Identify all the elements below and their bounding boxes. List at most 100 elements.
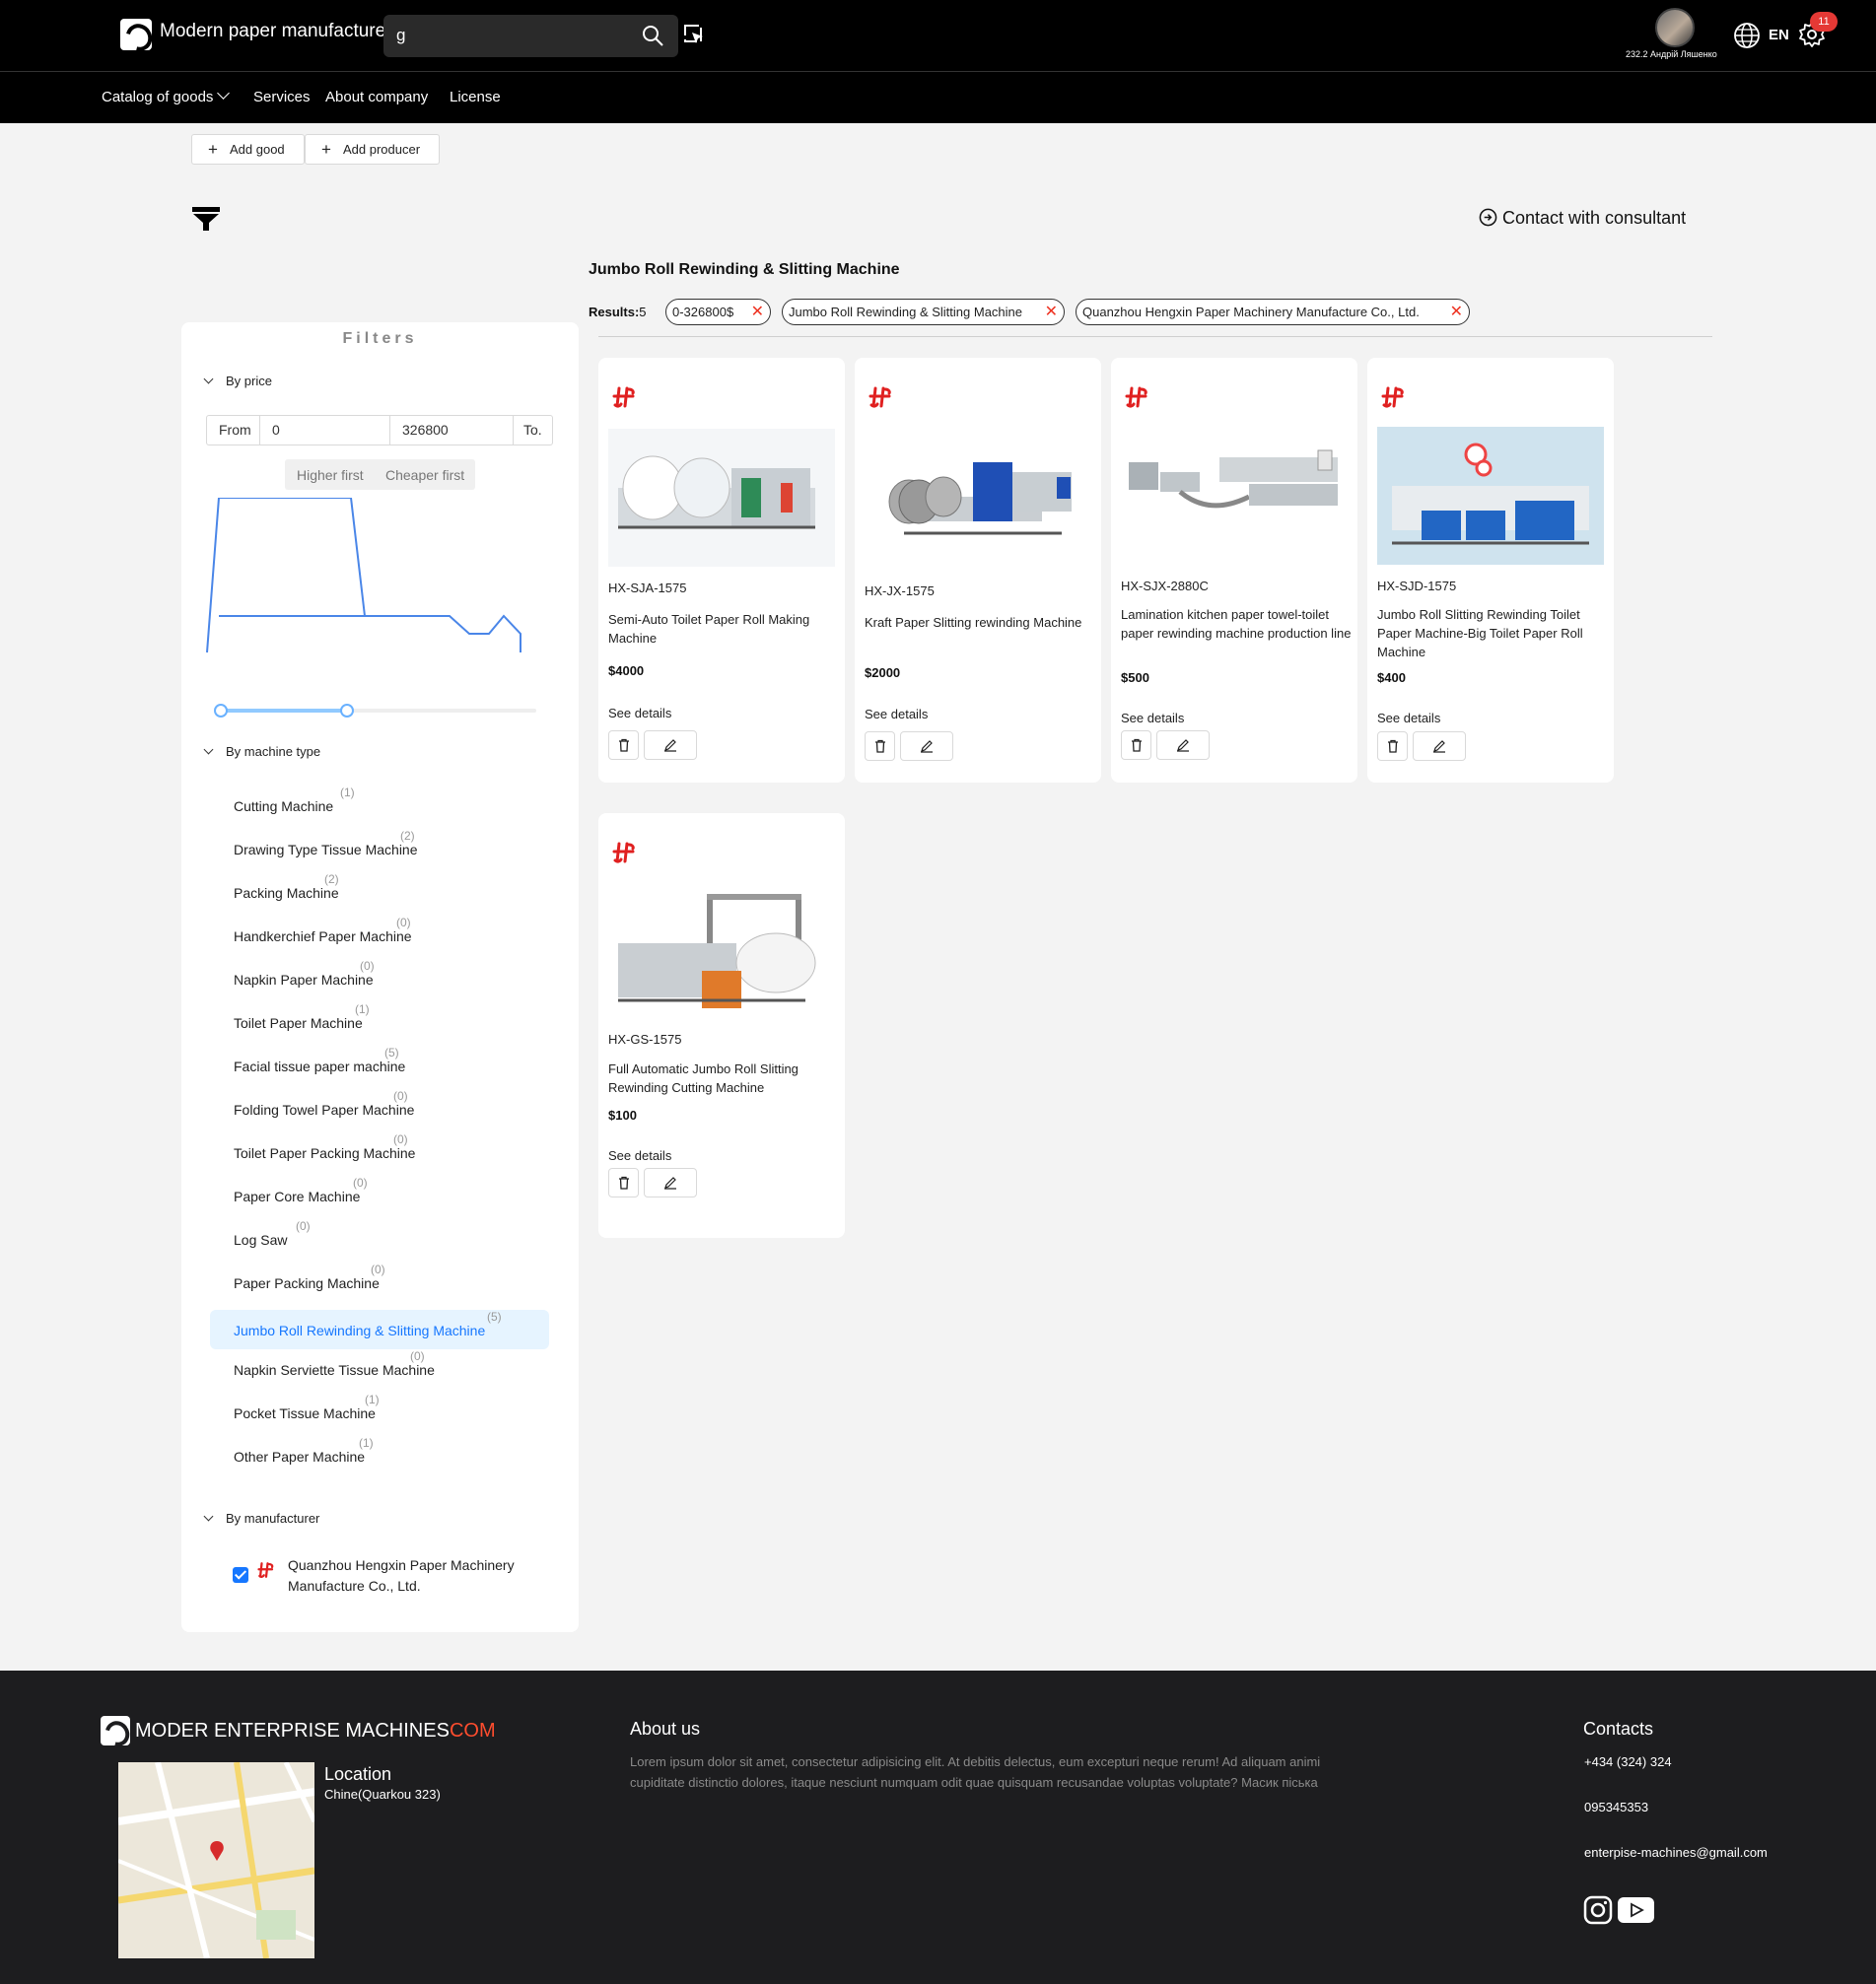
nav-license[interactable]: License: [450, 89, 501, 105]
brand-logo[interactable]: [120, 19, 152, 50]
see-details-link[interactable]: See details: [1377, 711, 1440, 725]
location-map[interactable]: [118, 1762, 314, 1958]
product-price: $4000: [608, 663, 645, 678]
machine-type-item[interactable]: Napkin Serviette Tissue Machine (0): [210, 1347, 549, 1387]
product-image[interactable]: [865, 423, 1091, 561]
machine-type-section-toggle[interactable]: By machine type: [203, 744, 320, 759]
see-details-link[interactable]: See details: [1121, 711, 1184, 725]
product-image[interactable]: [1121, 423, 1348, 561]
delete-button[interactable]: [1121, 730, 1151, 760]
machine-type-count: (0): [296, 1219, 311, 1233]
main-nav: Catalog of goods Services About company …: [0, 71, 1876, 123]
machine-type-item[interactable]: Toilet Paper Machine (1): [210, 1000, 549, 1040]
hengxin-logo-icon: [1125, 386, 1147, 408]
machine-type-item[interactable]: Facial tissue paper machine (5): [210, 1044, 549, 1083]
delete-button[interactable]: [1377, 731, 1408, 761]
price-section-toggle[interactable]: By price: [203, 374, 272, 388]
select-cursor-icon[interactable]: [683, 24, 705, 45]
product-card[interactable]: HX-SJX-2880C Lamination kitchen paper to…: [1111, 358, 1357, 783]
machine-type-item[interactable]: Folding Towel Paper Machine (0): [210, 1087, 549, 1127]
chevron-down-icon: [217, 87, 231, 100]
footer-brand[interactable]: MODER ENTERPRISE MACHINESCOM: [135, 1720, 496, 1743]
machine-type-item[interactable]: Handkerchief Paper Machine (0): [210, 914, 549, 953]
see-details-link[interactable]: See details: [608, 1148, 671, 1163]
machine-type-item[interactable]: Paper Packing Machine (0): [210, 1261, 549, 1300]
footer-logo[interactable]: [101, 1716, 130, 1745]
language-selector[interactable]: EN: [1769, 27, 1789, 43]
nav-services[interactable]: Services: [253, 89, 311, 105]
manufacturer-section-toggle[interactable]: By manufacturer: [203, 1511, 319, 1526]
search-value[interactable]: g: [396, 26, 405, 45]
instagram-icon[interactable]: [1583, 1895, 1613, 1925]
youtube-icon[interactable]: [1618, 1897, 1654, 1923]
product-name[interactable]: Lamination kitchen paper towel-toilet pa…: [1121, 605, 1354, 643]
machine-type-item[interactable]: Cutting Machine (1): [210, 784, 549, 823]
machine-type-item[interactable]: Pocket Tissue Machine (1): [210, 1391, 549, 1430]
machine-type-label: Handkerchief Paper Machine: [234, 928, 412, 944]
product-card[interactable]: HX-GS-1575 Full Automatic Jumbo Roll Sli…: [598, 813, 845, 1238]
contact-consultant-link[interactable]: Contact with consultant: [1479, 208, 1686, 229]
see-details-link[interactable]: See details: [608, 706, 671, 720]
machine-type-item[interactable]: Drawing Type Tissue Machine (2): [210, 827, 549, 866]
edit-button[interactable]: [644, 730, 697, 760]
price-to-input[interactable]: 326800: [389, 415, 514, 445]
search-input[interactable]: g: [383, 15, 678, 57]
product-image[interactable]: [608, 884, 835, 1022]
contacts-title: Contacts: [1583, 1719, 1654, 1739]
product-card[interactable]: HX-SJD-1575 Jumbo Roll Slitting Rewindin…: [1367, 358, 1614, 783]
machine-type-item[interactable]: Paper Core Machine (0): [210, 1174, 549, 1213]
filter-tag[interactable]: 0-326800$ ✕: [665, 299, 771, 325]
manufacturer-checkbox[interactable]: [233, 1567, 248, 1583]
machine-type-label: Facial tissue paper machine: [234, 1059, 406, 1074]
brand-name[interactable]: Modern paper manufacture: [160, 21, 385, 42]
product-card[interactable]: HX-JX-1575 Kraft Paper Slitting rewindin…: [855, 358, 1101, 783]
add-good-button[interactable]: + Add good: [191, 134, 305, 165]
close-icon[interactable]: ✕: [751, 300, 764, 324]
delete-button[interactable]: [865, 731, 895, 761]
hengxin-logo-icon: [869, 386, 891, 408]
product-image[interactable]: [608, 429, 835, 567]
nav-about[interactable]: About company: [325, 89, 428, 105]
product-card[interactable]: HX-SJA-1575 Semi-Auto Toilet Paper Roll …: [598, 358, 845, 783]
product-name[interactable]: Full Automatic Jumbo Roll Slitting Rewin…: [608, 1060, 841, 1097]
edit-button[interactable]: [1156, 730, 1210, 760]
contact-phone[interactable]: +434 (324) 324: [1584, 1754, 1672, 1769]
globe-icon[interactable]: [1732, 21, 1762, 50]
machine-type-item[interactable]: Other Paper Machine (1): [210, 1434, 549, 1473]
avatar[interactable]: [1655, 8, 1695, 47]
contact-phone[interactable]: 095345353: [1584, 1800, 1648, 1814]
add-producer-button[interactable]: + Add producer: [305, 134, 440, 165]
machine-type-item[interactable]: Toilet Paper Packing Machine (0): [210, 1130, 549, 1170]
machine-type-item-active[interactable]: Jumbo Roll Rewinding & Slitting Machine(…: [210, 1310, 549, 1349]
see-details-link[interactable]: See details: [865, 707, 928, 721]
product-name[interactable]: Jumbo Roll Slitting Rewinding Toilet Pap…: [1377, 605, 1610, 661]
edit-button[interactable]: [644, 1168, 697, 1197]
price-slider[interactable]: [214, 704, 536, 718]
delete-button[interactable]: [608, 730, 639, 760]
filter-funnel-icon[interactable]: [191, 206, 221, 232]
sort-cheaper-first[interactable]: Cheaper first: [385, 467, 464, 483]
filter-tag[interactable]: Jumbo Roll Rewinding & Slitting Machine ✕: [782, 299, 1065, 325]
price-from-input[interactable]: 0: [259, 415, 390, 445]
price-slider-max-handle[interactable]: [340, 704, 354, 718]
product-image[interactable]: [1377, 427, 1604, 565]
machine-type-item[interactable]: Packing Machine (2): [210, 870, 549, 910]
notification-badge[interactable]: 11: [1810, 12, 1838, 32]
edit-button[interactable]: [1413, 731, 1466, 761]
edit-button[interactable]: [900, 731, 953, 761]
chevron-down-icon: [203, 744, 214, 755]
contact-email[interactable]: enterpise-machines@gmail.com: [1584, 1845, 1768, 1860]
product-name[interactable]: Kraft Paper Slitting rewinding Machine: [865, 613, 1097, 632]
machine-type-item[interactable]: Log Saw (0): [210, 1217, 549, 1257]
search-icon[interactable]: [641, 24, 664, 47]
filter-tag[interactable]: Quanzhou Hengxin Paper Machinery Manufac…: [1076, 299, 1470, 325]
machine-type-item[interactable]: Napkin Paper Machine (0): [210, 957, 549, 996]
price-slider-min-handle[interactable]: [214, 704, 228, 718]
close-icon[interactable]: ✕: [1045, 300, 1058, 324]
manufacturer-name[interactable]: Quanzhou Hengxin Paper Machinery Manufac…: [288, 1555, 534, 1597]
close-icon[interactable]: ✕: [1450, 300, 1463, 324]
product-name[interactable]: Semi-Auto Toilet Paper Roll Making Machi…: [608, 610, 841, 648]
nav-catalog[interactable]: Catalog of goods: [102, 87, 231, 105]
delete-button[interactable]: [608, 1168, 639, 1197]
sort-higher-first[interactable]: Higher first: [297, 467, 364, 483]
